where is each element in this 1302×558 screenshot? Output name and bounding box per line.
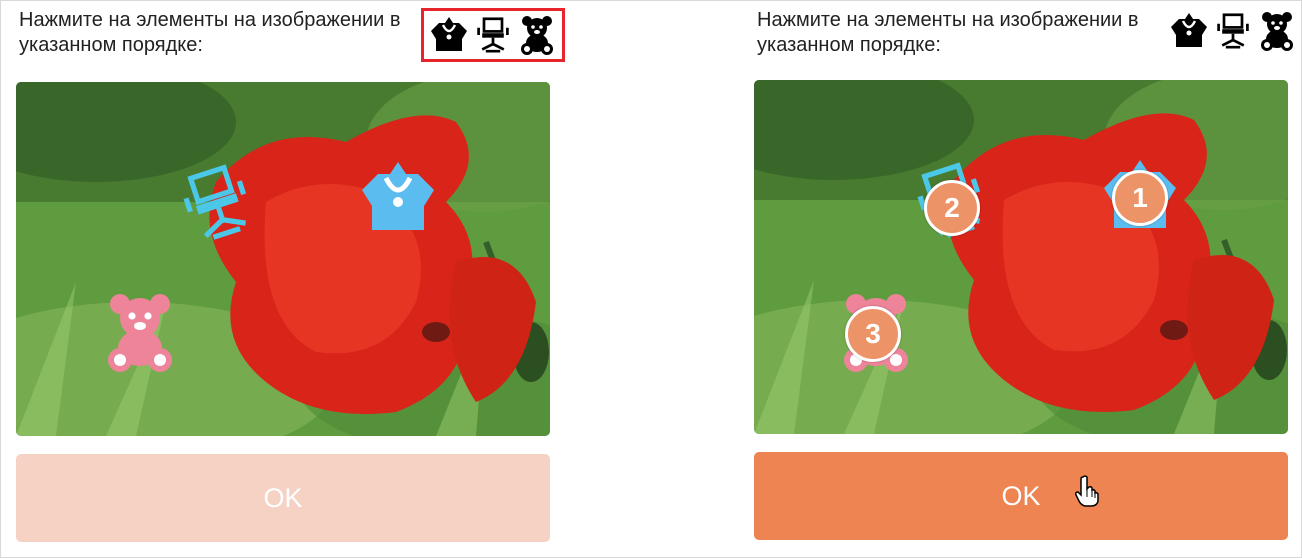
office-chair-icon	[1215, 11, 1251, 51]
selection-marker-3[interactable]: 3	[845, 306, 901, 362]
hand-pointer-icon	[1075, 475, 1099, 507]
selection-marker-2[interactable]: 2	[924, 180, 980, 236]
office-chair-icon	[475, 15, 511, 55]
captcha-panel-completed: Нажмите на элементы на изображении в ука…	[753, 1, 1293, 557]
jewelry-bust-icon	[1169, 11, 1209, 51]
captcha-image[interactable]	[16, 82, 550, 436]
selection-marker-1[interactable]: 1	[1112, 170, 1168, 226]
teddy-bear-icon	[1257, 11, 1297, 51]
ok-button-active[interactable]: OK	[754, 452, 1288, 540]
instruction-text: Нажмите на элементы на изображении в ука…	[19, 9, 401, 56]
jewelry-bust-object[interactable]	[356, 158, 440, 238]
target-icons-highlighted	[421, 8, 565, 62]
instruction-text: Нажмите на элементы на изображении в ука…	[757, 9, 1139, 56]
ok-button-disabled[interactable]: OK	[16, 454, 550, 542]
jewelry-bust-icon	[429, 15, 469, 55]
poppy-background	[16, 82, 550, 436]
target-icons	[1165, 9, 1301, 53]
captcha-panel-initial: Нажмите на элементы на изображении в ука…	[15, 1, 565, 557]
poppy-background	[754, 80, 1288, 434]
captcha-comparison-frame: Нажмите на элементы на изображении в ука…	[0, 0, 1302, 558]
captcha-image[interactable]: 1 2 3	[754, 80, 1288, 434]
teddy-bear-object[interactable]	[100, 292, 180, 372]
teddy-bear-icon	[517, 15, 557, 55]
